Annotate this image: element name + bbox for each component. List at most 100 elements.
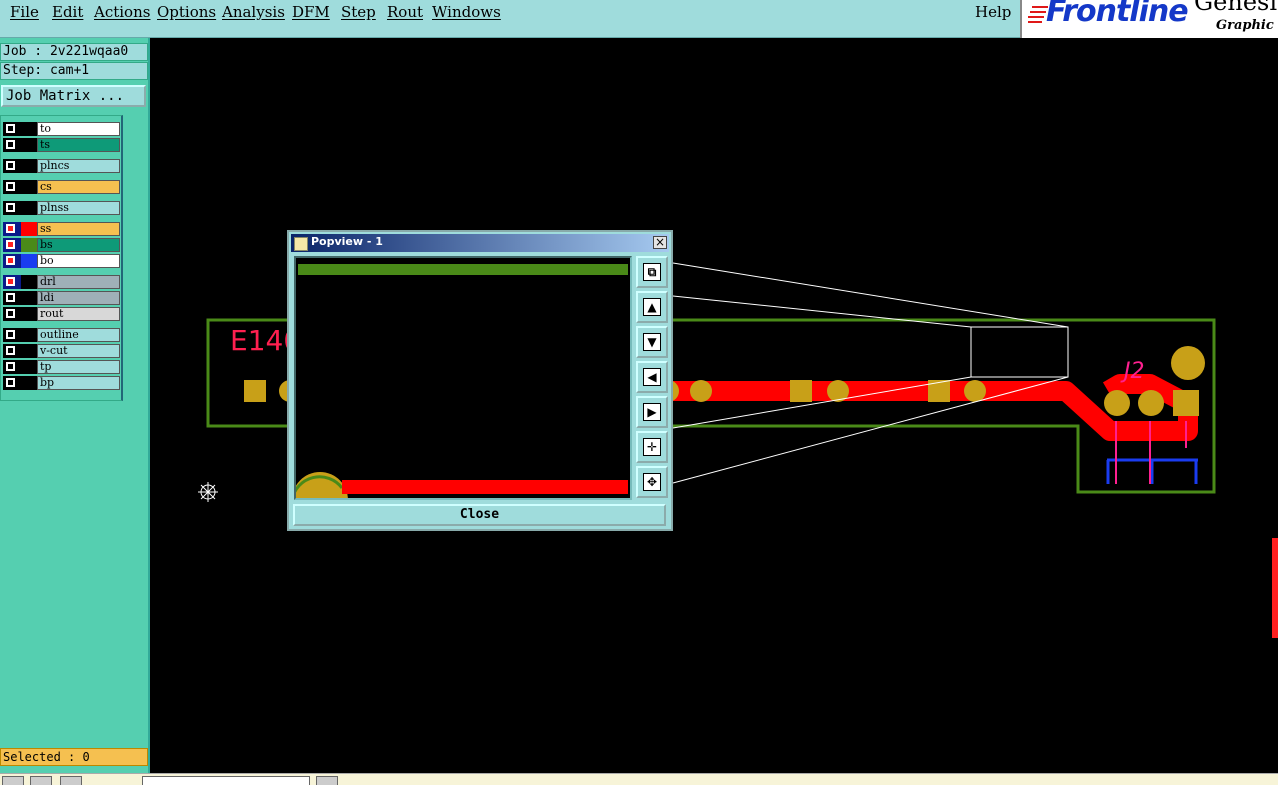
zoom-window-button[interactable]: ⧉: [636, 256, 668, 288]
layer-name[interactable]: rout: [37, 307, 120, 321]
menu-file[interactable]: File: [10, 3, 39, 21]
layer-color-swatch[interactable]: [21, 201, 37, 215]
layer-affected-cell[interactable]: [3, 201, 21, 215]
close-icon[interactable]: ×: [653, 236, 667, 249]
pan-up-button[interactable]: ▲: [636, 291, 668, 323]
layer-name[interactable]: cs: [37, 180, 120, 194]
layer-affected-cell[interactable]: [3, 344, 21, 358]
layer-color-swatch[interactable]: [21, 180, 37, 194]
menu-actions[interactable]: Actions: [94, 3, 150, 21]
layer-row-drl[interactable]: drl: [3, 275, 120, 289]
popview-close-button[interactable]: Close: [293, 504, 666, 526]
layer-row-rout[interactable]: rout: [3, 307, 120, 321]
popview-viewport[interactable]: [294, 256, 632, 500]
layer-name[interactable]: tp: [37, 360, 120, 374]
layer-checkbox[interactable]: [6, 346, 15, 355]
right-scroll-strip[interactable]: [1270, 38, 1278, 773]
layer-color-swatch[interactable]: [21, 360, 37, 374]
layer-name[interactable]: v-cut: [37, 344, 120, 358]
layer-affected-cell[interactable]: [3, 254, 21, 268]
layer-row-outline[interactable]: outline: [3, 328, 120, 342]
layer-color-swatch[interactable]: [21, 222, 37, 236]
tool-button[interactable]: [30, 776, 52, 785]
layer-name[interactable]: drl: [37, 275, 120, 289]
layer-checkbox[interactable]: [6, 240, 15, 249]
layer-affected-cell[interactable]: [3, 360, 21, 374]
menu-edit[interactable]: Edit: [52, 3, 83, 21]
layer-name[interactable]: to: [37, 122, 120, 136]
layer-color-swatch[interactable]: [21, 275, 37, 289]
layer-name[interactable]: bo: [37, 254, 120, 268]
layer-affected-cell[interactable]: [3, 159, 21, 173]
layer-checkbox[interactable]: [6, 277, 15, 286]
layer-color-swatch[interactable]: [21, 122, 37, 136]
layer-color-swatch[interactable]: [21, 328, 37, 342]
layer-checkbox[interactable]: [6, 124, 15, 133]
zoom-out-button[interactable]: ✥: [636, 466, 668, 498]
menu-rout[interactable]: Rout: [387, 3, 423, 21]
layer-affected-cell[interactable]: [3, 376, 21, 390]
layer-affected-cell[interactable]: [3, 180, 21, 194]
menu-analysis[interactable]: Analysis: [222, 3, 285, 21]
layer-affected-cell[interactable]: [3, 222, 21, 236]
layer-affected-cell[interactable]: [3, 307, 21, 321]
layer-affected-cell[interactable]: [3, 291, 21, 305]
layer-color-swatch[interactable]: [21, 254, 37, 268]
layer-name[interactable]: plnss: [37, 201, 120, 215]
tool-button[interactable]: [316, 776, 338, 785]
layer-name[interactable]: ss: [37, 222, 120, 236]
layer-color-swatch[interactable]: [21, 376, 37, 390]
pan-down-button[interactable]: ▼: [636, 326, 668, 358]
layer-row-cs[interactable]: cs: [3, 180, 120, 194]
layer-affected-cell[interactable]: [3, 328, 21, 342]
layer-checkbox[interactable]: [6, 182, 15, 191]
layer-checkbox[interactable]: [6, 161, 15, 170]
layer-row-ldi[interactable]: ldi: [3, 291, 120, 305]
layer-color-swatch[interactable]: [21, 159, 37, 173]
zoom-in-button[interactable]: ✛: [636, 431, 668, 463]
menu-step[interactable]: Step: [341, 3, 376, 21]
command-field[interactable]: [142, 776, 310, 785]
layer-color-swatch[interactable]: [21, 307, 37, 321]
layer-row-plnss[interactable]: plnss: [3, 201, 120, 215]
layer-affected-cell[interactable]: [3, 122, 21, 136]
layer-name[interactable]: plncs: [37, 159, 120, 173]
pan-left-button[interactable]: ◀: [636, 361, 668, 393]
layer-checkbox[interactable]: [6, 256, 15, 265]
layer-checkbox[interactable]: [6, 140, 15, 149]
tool-button[interactable]: [60, 776, 82, 785]
layer-row-to[interactable]: to: [3, 122, 120, 136]
layer-affected-cell[interactable]: [3, 238, 21, 252]
menu-help[interactable]: Help: [975, 3, 1011, 21]
layer-row-plncs[interactable]: plncs: [3, 159, 120, 173]
layer-color-swatch[interactable]: [21, 238, 37, 252]
popview-titlebar[interactable]: Popview - 1 ×: [291, 234, 669, 252]
layer-checkbox[interactable]: [6, 330, 15, 339]
layer-row-v-cut[interactable]: v-cut: [3, 344, 120, 358]
layer-row-bs[interactable]: bs: [3, 238, 120, 252]
layer-row-ss[interactable]: ss: [3, 222, 120, 236]
layer-affected-cell[interactable]: [3, 275, 21, 289]
layer-name[interactable]: bs: [37, 238, 120, 252]
job-matrix-button[interactable]: Job Matrix ...: [1, 85, 146, 107]
menu-options[interactable]: Options: [157, 3, 216, 21]
layer-checkbox[interactable]: [6, 309, 15, 318]
layer-name[interactable]: outline: [37, 328, 120, 342]
layer-checkbox[interactable]: [6, 224, 15, 233]
layer-checkbox[interactable]: [6, 362, 15, 371]
layer-color-swatch[interactable]: [21, 291, 37, 305]
layer-row-bo[interactable]: bo: [3, 254, 120, 268]
layer-name[interactable]: bp: [37, 376, 120, 390]
layer-name[interactable]: ldi: [37, 291, 120, 305]
layer-checkbox[interactable]: [6, 378, 15, 387]
menu-dfm[interactable]: DFM: [292, 3, 330, 21]
layer-color-swatch[interactable]: [21, 344, 37, 358]
window-menu-icon[interactable]: [294, 237, 308, 251]
layer-row-ts[interactable]: ts: [3, 138, 120, 152]
layer-row-tp[interactable]: tp: [3, 360, 120, 374]
layer-checkbox[interactable]: [6, 203, 15, 212]
layer-color-swatch[interactable]: [21, 138, 37, 152]
layer-name[interactable]: ts: [37, 138, 120, 152]
layer-checkbox[interactable]: [6, 293, 15, 302]
menu-windows[interactable]: Windows: [432, 3, 501, 21]
